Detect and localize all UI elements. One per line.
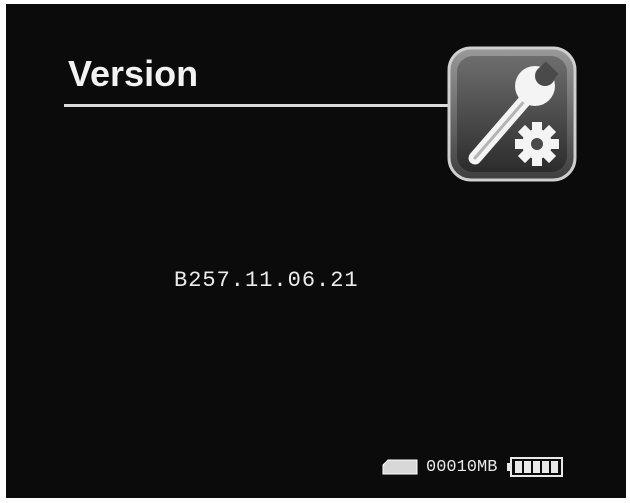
sd-card-icon bbox=[382, 459, 418, 475]
wrench-gear-settings-icon bbox=[447, 46, 577, 182]
title-underline bbox=[64, 104, 454, 107]
camera-display: Version B257.11.06.21 00010MB bbox=[6, 4, 626, 498]
device-screen: Version B257.11.06.21 00010MB bbox=[0, 0, 630, 503]
status-bar: 00010MB bbox=[382, 456, 564, 478]
page-title: Version bbox=[68, 53, 199, 94]
battery-icon bbox=[507, 457, 564, 477]
firmware-version: B257.11.06.21 bbox=[174, 268, 359, 293]
storage-remaining: 00010MB bbox=[426, 457, 498, 477]
